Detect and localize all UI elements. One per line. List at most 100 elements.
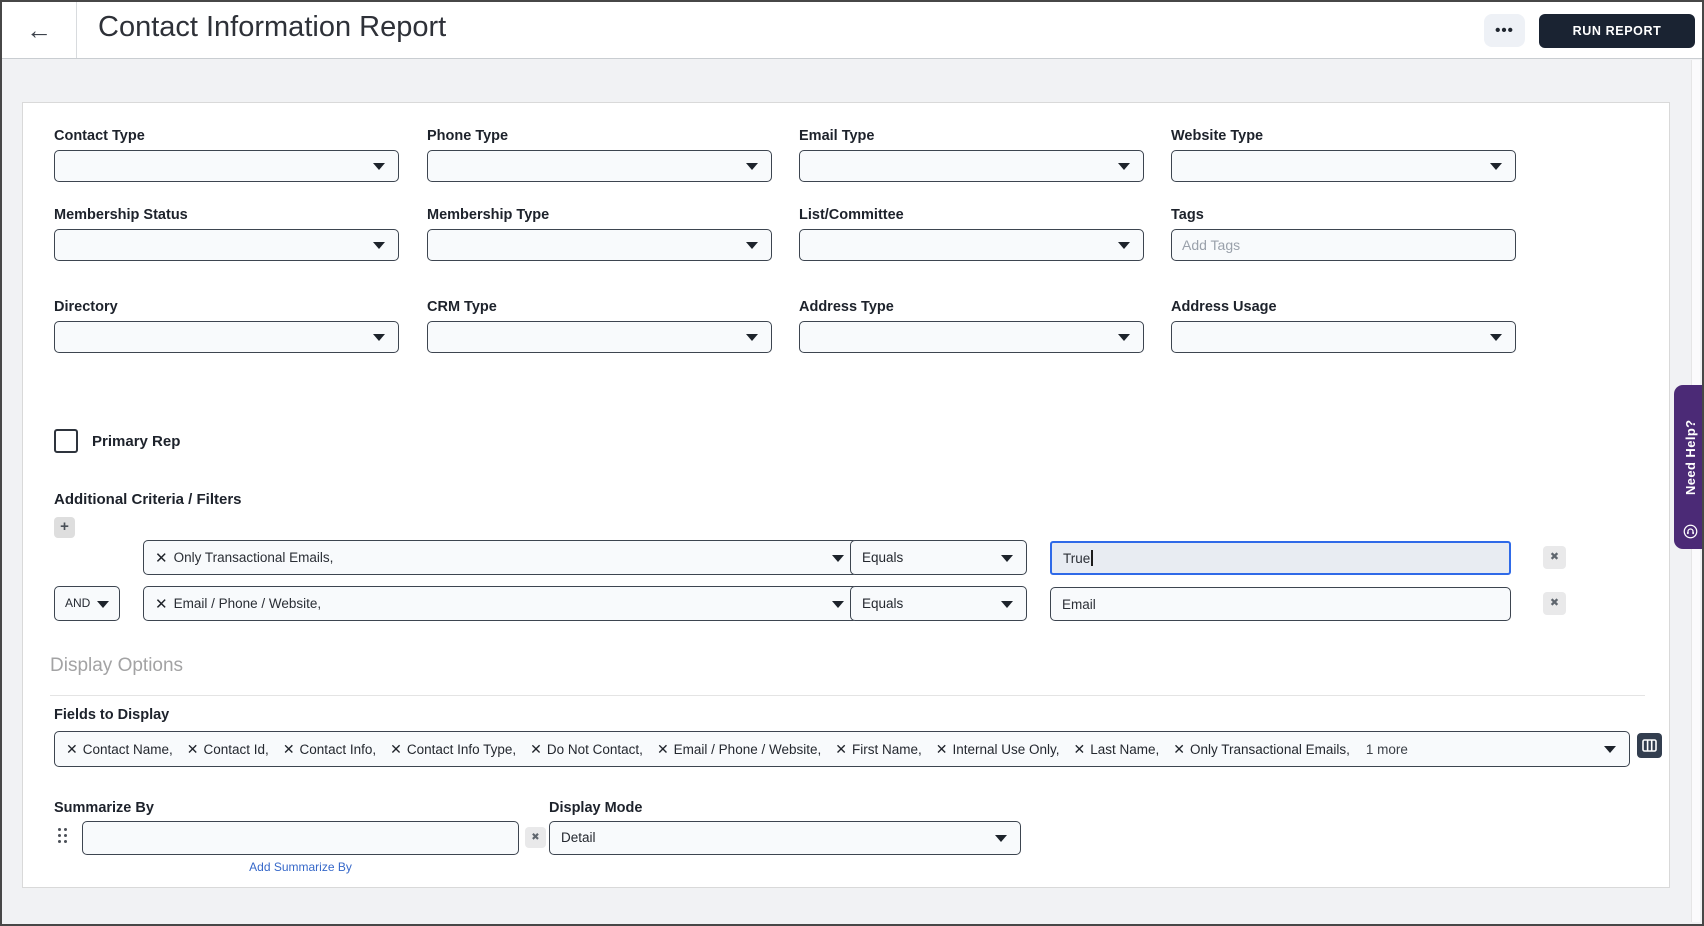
drag-handle-icon[interactable] xyxy=(58,828,67,843)
header: ← Contact Information Report ••• RUN REP… xyxy=(2,2,1702,59)
email-type-select[interactable] xyxy=(799,150,1144,182)
primary-rep-checkbox[interactable] xyxy=(54,429,78,453)
criteria-value-input[interactable]: Email xyxy=(1050,587,1511,621)
criteria-value-input[interactable]: True xyxy=(1050,541,1511,575)
membership-status-label: Membership Status xyxy=(54,207,188,223)
chevron-down-icon xyxy=(373,163,385,170)
add-summarize-by-link[interactable]: Add Summarize By xyxy=(82,860,519,874)
columns-icon xyxy=(1642,739,1657,752)
clear-summarize-button[interactable]: ✖ xyxy=(525,827,546,848)
summarize-by-label: Summarize By xyxy=(54,800,154,816)
conjunction-value: AND xyxy=(65,596,91,610)
contact-type-label: Contact Type xyxy=(54,128,145,144)
chevron-down-icon xyxy=(832,554,844,562)
conjunction-select[interactable]: AND xyxy=(54,586,120,621)
directory-select[interactable] xyxy=(54,321,399,353)
chevron-down-icon xyxy=(373,242,385,249)
chevron-down-icon xyxy=(1490,163,1502,170)
remove-chip-icon[interactable]: ✕ xyxy=(657,741,669,758)
criteria-operator-select[interactable]: Equals xyxy=(850,540,1027,575)
crm-type-select[interactable] xyxy=(427,321,772,353)
remove-chip-icon[interactable]: ✕ xyxy=(390,741,402,758)
remove-icon: ✖ xyxy=(1549,597,1560,609)
criteria-value-text: True xyxy=(1063,550,1091,566)
headset-icon xyxy=(1683,524,1697,539)
clear-selection-icon[interactable]: ✕ xyxy=(155,549,168,567)
primary-rep-row[interactable]: Primary Rep xyxy=(54,429,180,453)
field-chip: ✕ Do Not Contact, xyxy=(530,740,643,758)
display-options-title: Display Options xyxy=(50,655,184,676)
address-usage-label: Address Usage xyxy=(1171,299,1277,315)
remove-icon: ✖ xyxy=(1549,551,1560,563)
remove-chip-icon[interactable]: ✕ xyxy=(530,741,542,758)
address-type-select[interactable] xyxy=(799,321,1144,353)
tags-label: Tags xyxy=(1171,207,1204,223)
manage-columns-button[interactable] xyxy=(1637,733,1662,758)
crm-type-label: CRM Type xyxy=(427,299,497,315)
criteria-field-select[interactable]: ✕ Email / Phone / Website, xyxy=(143,586,858,621)
address-usage-select[interactable] xyxy=(1171,321,1516,353)
remove-chip-icon[interactable]: ✕ xyxy=(1173,741,1185,758)
criteria-operator-value: Equals xyxy=(862,596,904,611)
chevron-down-icon xyxy=(1001,554,1013,562)
remove-criteria-button[interactable]: ✖ xyxy=(1543,592,1566,615)
remove-chip-icon[interactable]: ✕ xyxy=(1074,741,1086,758)
website-type-label: Website Type xyxy=(1171,128,1264,144)
list-committee-select[interactable] xyxy=(799,229,1144,261)
summarize-by-input[interactable] xyxy=(82,821,519,855)
add-criteria-button[interactable]: + xyxy=(54,517,75,538)
criteria-field-value: Email / Phone / Website, xyxy=(173,596,322,611)
report-filters-card: Contact Type Phone Type Email Type Websi… xyxy=(22,102,1670,888)
field-chip: ✕ Contact Name, xyxy=(66,740,173,758)
criteria-operator-select[interactable]: Equals xyxy=(850,586,1027,621)
field-chip: ✕ Contact Info, xyxy=(282,740,377,758)
remove-chip-icon[interactable]: ✕ xyxy=(187,741,199,758)
chevron-down-icon xyxy=(1604,746,1616,753)
chevron-down-icon xyxy=(746,163,758,170)
run-report-button[interactable]: RUN REPORT xyxy=(1539,14,1695,48)
phone-type-label: Phone Type xyxy=(427,128,509,144)
chevron-down-icon xyxy=(1118,163,1130,170)
chevron-down-icon xyxy=(1118,334,1130,341)
clear-selection-icon[interactable]: ✕ xyxy=(155,595,168,613)
list-committee-label: List/Committee xyxy=(799,207,904,223)
field-chip: ✕ Email / Phone / Website, xyxy=(656,740,822,758)
remove-chip-icon[interactable]: ✕ xyxy=(66,741,78,758)
phone-type-select[interactable] xyxy=(427,150,772,182)
membership-status-select[interactable] xyxy=(54,229,399,261)
field-chip: ✕ Only Transactional Emails, xyxy=(1173,740,1350,758)
criteria-field-select[interactable]: ✕ Only Transactional Emails, xyxy=(143,540,858,575)
display-mode-select[interactable]: Detail xyxy=(549,821,1021,855)
text-cursor xyxy=(1091,550,1093,566)
address-type-label: Address Type xyxy=(799,299,894,315)
membership-type-label: Membership Type xyxy=(427,207,550,223)
back-button[interactable]: ← xyxy=(2,2,77,58)
chevron-down-icon xyxy=(746,242,758,249)
field-chip: ✕ First Name, xyxy=(835,740,922,758)
remove-chip-icon[interactable]: ✕ xyxy=(283,741,295,758)
section-divider xyxy=(50,695,1645,696)
chevron-down-icon xyxy=(1490,334,1502,341)
contact-type-select[interactable] xyxy=(54,150,399,182)
chevron-down-icon xyxy=(97,600,109,608)
remove-criteria-button[interactable]: ✖ xyxy=(1543,546,1566,569)
ellipsis-icon: ••• xyxy=(1495,22,1514,39)
more-options-button[interactable]: ••• xyxy=(1484,14,1525,47)
primary-rep-label: Primary Rep xyxy=(92,432,181,450)
chevron-down-icon xyxy=(1001,600,1013,608)
remove-icon: ✖ xyxy=(531,832,540,843)
directory-label: Directory xyxy=(54,299,118,315)
display-mode-label: Display Mode xyxy=(549,800,643,816)
remove-chip-icon[interactable]: ✕ xyxy=(835,741,847,758)
additional-criteria-title: Additional Criteria / Filters xyxy=(54,491,242,508)
criteria-row: AND ✕ Email / Phone / Website, Equals Em… xyxy=(23,586,1669,621)
website-type-select[interactable] xyxy=(1171,150,1516,182)
fields-to-display-label: Fields to Display xyxy=(54,707,170,723)
need-help-tab[interactable]: Need Help? xyxy=(1674,385,1702,549)
fields-to-display-select[interactable]: ✕ Contact Name, ✕ Contact Id, ✕ Contact Inf… xyxy=(54,731,1630,767)
overflow-count: 1 more xyxy=(1365,741,1408,757)
remove-chip-icon[interactable]: ✕ xyxy=(936,741,948,758)
tags-input[interactable] xyxy=(1171,229,1516,261)
membership-type-select[interactable] xyxy=(427,229,772,261)
need-help-label: Need Help? xyxy=(1682,419,1698,496)
